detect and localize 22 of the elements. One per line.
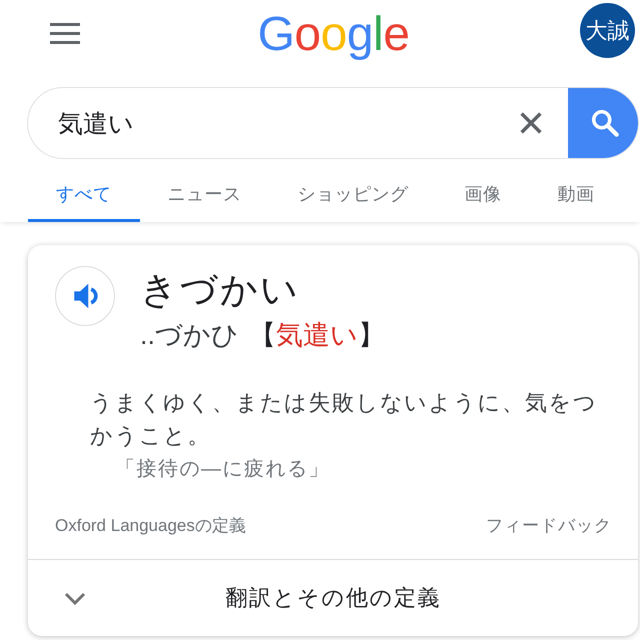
chevron-icon [64,592,86,604]
tab[interactable]: 画像 [436,166,530,222]
example-text: 「接待の―に疲れる」 [115,457,330,482]
close-icon[interactable] [520,112,542,134]
logo-text: Google [258,7,410,63]
search-field[interactable]: 気遣い [28,103,520,143]
feedback-link[interactable]: フィードバック [486,514,612,538]
tab[interactable]: ニュース [140,166,270,222]
source-text: Oxford Languagesの定義 [55,515,246,537]
account-avatar[interactable]: 大誠 [580,3,635,58]
menu-icon[interactable] [50,22,80,44]
search-icon [591,109,619,137]
definition-text: うまくゆく、または失敗しないように、気をつかうこと。 [90,389,598,450]
search-button[interactable] [568,88,638,158]
reading-text: ..づかひ [140,319,240,352]
expand-button[interactable]: 翻訳とその他の定義 [28,559,638,636]
tab[interactable]: すべて [28,166,140,222]
speaker-icon [74,282,99,310]
tab[interactable]: ショッピング [270,166,436,222]
headword-text: きづかい [140,268,300,312]
kanji-notation: 【気遣い】 [249,319,386,352]
tab[interactable]: 動画 [530,166,622,222]
